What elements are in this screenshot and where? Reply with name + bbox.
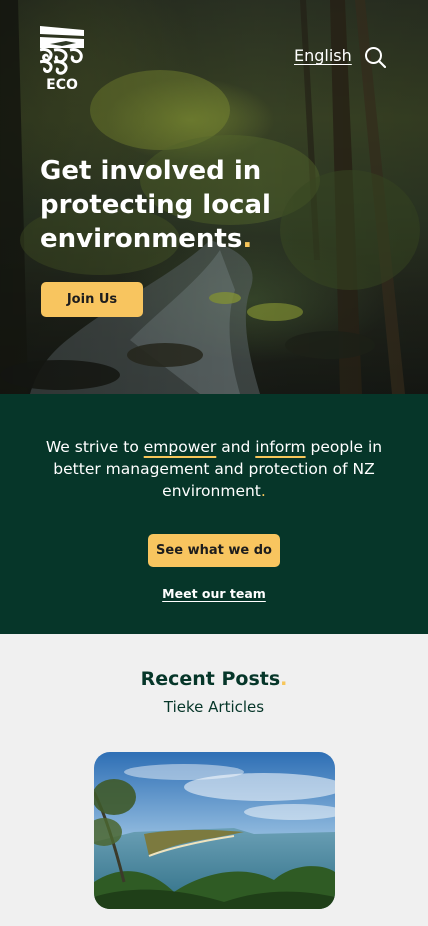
eco-logo-icon[interactable]: ECO bbox=[40, 26, 84, 90]
see-what-we-do-button[interactable]: See what we do bbox=[148, 534, 280, 567]
recent-posts-title-text: Recent Posts bbox=[140, 668, 281, 690]
search-icon[interactable] bbox=[364, 46, 386, 68]
mission-statement: We strive to empower and inform people i… bbox=[40, 436, 388, 502]
mission-text-1: We strive to bbox=[45, 438, 144, 456]
recent-posts-dot: . bbox=[280, 668, 288, 690]
recent-posts-title: Recent Posts. bbox=[0, 668, 428, 690]
hero-title-dot: . bbox=[242, 224, 253, 254]
post-thumbnail-image[interactable] bbox=[94, 752, 335, 909]
recent-posts-subtitle: Tieke Articles bbox=[163, 698, 265, 716]
recent-posts-section: Recent Posts. Tieke Articles bbox=[0, 634, 428, 926]
logo-text: ECO bbox=[46, 77, 78, 90]
hero-section: ECO English Get involved in protecting l… bbox=[0, 0, 428, 394]
inform-link[interactable]: inform bbox=[255, 438, 305, 456]
hero-title-text: Get involved in protecting local environ… bbox=[40, 156, 271, 254]
hero-title: Get involved in protecting local environ… bbox=[40, 154, 340, 256]
meet-our-team-link[interactable]: Meet our team bbox=[0, 586, 428, 601]
join-us-button[interactable]: Join Us bbox=[41, 282, 143, 317]
language-link[interactable]: English bbox=[294, 46, 352, 65]
mission-section: We strive to empower and inform people i… bbox=[0, 394, 428, 634]
empower-link[interactable]: empower bbox=[144, 438, 217, 456]
mission-dot: . bbox=[260, 482, 266, 500]
mission-text-2: and bbox=[216, 438, 256, 456]
